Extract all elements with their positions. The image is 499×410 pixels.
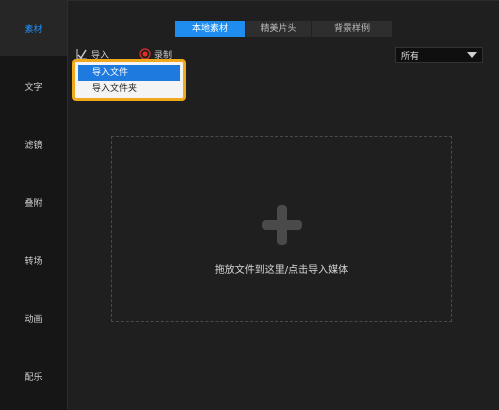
drop-zone-hint: 拖放文件到这里/点击导入媒体 bbox=[214, 265, 349, 276]
import-dropdown-menu: 导入文件 导入文件夹 bbox=[72, 59, 186, 101]
filter-select[interactable]: 所有 bbox=[395, 47, 483, 63]
tab-local-material[interactable]: 本地素材 bbox=[175, 21, 245, 37]
sidebar-item-music[interactable]: 配乐 bbox=[0, 348, 67, 404]
media-drop-zone[interactable]: 拖放文件到这里/点击导入媒体 bbox=[111, 136, 452, 322]
tab-bar: 本地素材 精美片头 背景样例 bbox=[175, 21, 393, 37]
sidebar: 素材 文字 滤镜 叠附 转场 动画 配乐 bbox=[0, 0, 68, 409]
filter-select-value: 所有 bbox=[401, 51, 420, 62]
sidebar-item-filter[interactable]: 滤镜 bbox=[0, 116, 67, 172]
menu-item-import-file[interactable]: 导入文件 bbox=[78, 65, 180, 81]
sidebar-item-label: 配乐 bbox=[24, 372, 43, 383]
tab-intros[interactable]: 精美片头 bbox=[246, 21, 311, 37]
menu-item-import-folder[interactable]: 导入文件夹 bbox=[78, 81, 180, 97]
sidebar-item-text[interactable]: 文字 bbox=[0, 58, 67, 114]
main-panel: 本地素材 精美片头 背景样例 导入 录制 所有 导入文件 导入文件夹 拖放文件到… bbox=[68, 0, 499, 410]
chevron-down-icon bbox=[467, 52, 477, 58]
sidebar-item-overlay[interactable]: 叠附 bbox=[0, 174, 67, 230]
tab-background-samples[interactable]: 背景样例 bbox=[312, 21, 392, 37]
sidebar-item-label: 叠附 bbox=[24, 198, 43, 209]
sidebar-item-label: 滤镜 bbox=[24, 140, 43, 151]
sidebar-item-label: 转场 bbox=[24, 256, 43, 267]
sidebar-item-label: 素材 bbox=[24, 24, 43, 35]
plus-icon bbox=[262, 205, 302, 245]
sidebar-item-animation[interactable]: 动画 bbox=[0, 290, 67, 346]
sidebar-item-material[interactable]: 素材 bbox=[0, 0, 67, 56]
sidebar-item-transition[interactable]: 转场 bbox=[0, 232, 67, 288]
sidebar-item-label: 动画 bbox=[24, 314, 43, 325]
sidebar-item-label: 文字 bbox=[24, 82, 43, 93]
